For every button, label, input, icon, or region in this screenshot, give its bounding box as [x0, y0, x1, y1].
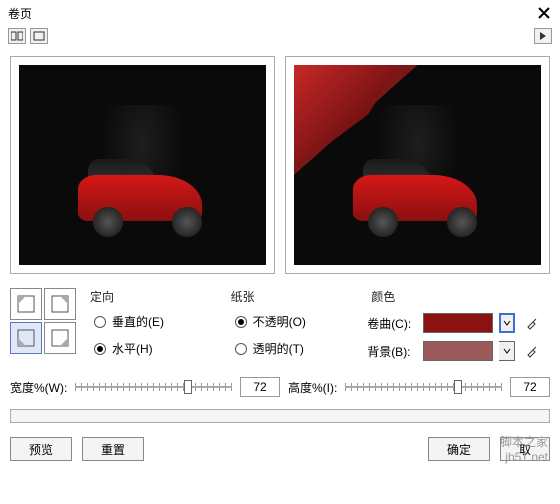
height-slider-label: 高度%(I): [288, 379, 337, 396]
preview-button[interactable]: 预览 [10, 437, 72, 461]
chevron-down-icon [503, 347, 511, 355]
radio-icon [235, 316, 247, 328]
corner-selector [10, 288, 76, 369]
preview-original [10, 56, 275, 274]
color-label: 颜色 [371, 288, 550, 305]
bg-color-dropdown[interactable] [499, 341, 515, 361]
radio-horizontal[interactable]: 水平(H) [94, 340, 217, 357]
radio-horizontal-label: 水平(H) [112, 340, 153, 357]
dual-pane-icon[interactable] [8, 28, 26, 44]
width-value-input[interactable]: 72 [240, 377, 280, 397]
radio-vertical[interactable]: 垂直的(E) [94, 313, 217, 330]
radio-icon [94, 343, 106, 355]
radio-opaque-label: 不透明(O) [253, 313, 306, 330]
corner-top-left[interactable] [10, 288, 42, 320]
height-slider[interactable] [345, 378, 502, 396]
preview-result [285, 56, 550, 274]
play-icon[interactable] [534, 28, 552, 44]
width-slider[interactable] [75, 378, 232, 396]
radio-transparent-label: 透明的(T) [253, 340, 304, 357]
single-pane-icon[interactable] [30, 28, 48, 44]
eyedropper-icon[interactable] [521, 313, 543, 333]
cancel-button[interactable]: 取 [500, 437, 550, 461]
bg-color-swatch[interactable] [423, 341, 493, 361]
ok-button[interactable]: 确定 [428, 437, 490, 461]
radio-icon [94, 316, 106, 328]
progress-bar [10, 409, 550, 423]
bg-color-label: 背景(B): [367, 343, 417, 360]
window-title: 卷页 [8, 5, 32, 22]
eyedropper-icon[interactable] [521, 341, 543, 361]
reset-button[interactable]: 重置 [82, 437, 144, 461]
curl-color-swatch[interactable] [423, 313, 493, 333]
paper-label: 纸张 [231, 288, 358, 305]
radio-opaque[interactable]: 不透明(O) [235, 313, 358, 330]
height-value-input[interactable]: 72 [510, 377, 550, 397]
corner-bottom-left[interactable] [10, 322, 42, 354]
radio-transparent[interactable]: 透明的(T) [235, 340, 358, 357]
curl-color-dropdown[interactable] [499, 313, 515, 333]
close-icon[interactable] [536, 5, 552, 21]
width-slider-label: 宽度%(W): [10, 379, 67, 396]
corner-top-right[interactable] [44, 288, 76, 320]
curl-color-label: 卷曲(C): [367, 315, 417, 332]
orientation-label: 定向 [90, 288, 217, 305]
chevron-down-icon [503, 319, 511, 327]
radio-icon [235, 343, 247, 355]
radio-vertical-label: 垂直的(E) [112, 313, 164, 330]
corner-bottom-right[interactable] [44, 322, 76, 354]
